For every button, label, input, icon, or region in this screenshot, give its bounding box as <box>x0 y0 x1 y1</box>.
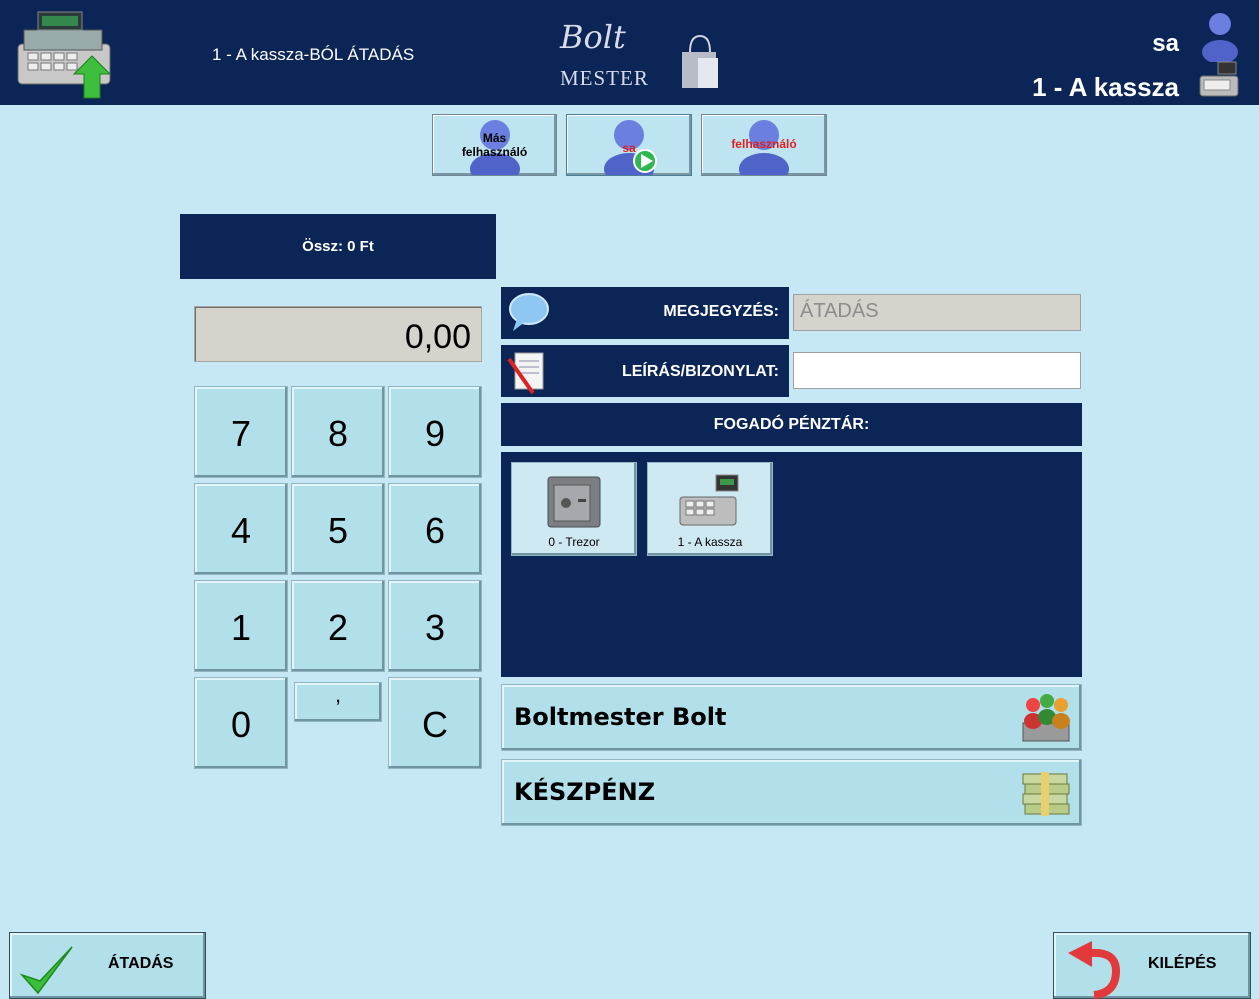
exit-button[interactable]: KILÉPÉS <box>1053 932 1251 999</box>
shopping-bag-icon <box>682 34 718 88</box>
document-pen-icon <box>507 352 544 395</box>
description-label: LEÍRÁS/BIZONYLAT: <box>621 363 779 380</box>
transfer-button-label: ÁTADÁS <box>108 955 174 972</box>
note-label-bar: MEGJEGYZÉS: <box>501 287 789 339</box>
app-logo: Bolt MESTER <box>560 18 730 90</box>
user-felhasznalo-label: felhasználó <box>731 137 797 151</box>
current-register-name: 1 - A kassza <box>1032 72 1179 102</box>
page-title: 1 - A kassza-BÓL ÁTADÁS <box>212 45 415 64</box>
note-label: MEGJEGYZÉS: <box>663 303 779 320</box>
user-sa-button[interactable]: sa <box>566 114 692 176</box>
customers-icon <box>1022 694 1070 742</box>
user-icon <box>1202 13 1238 62</box>
register-tile-trezor[interactable]: 0 - Trezor <box>511 462 637 556</box>
note-field[interactable]: ÁTADÁS <box>793 294 1081 331</box>
key-clear[interactable]: C <box>388 677 482 769</box>
payment-method-label: KÉSZPÉNZ <box>514 778 656 806</box>
receiving-register-list: 0 - Trezor 1 - A kassza <box>501 452 1082 677</box>
safe-icon <box>547 476 601 528</box>
speech-bubble-icon <box>509 293 549 331</box>
description-field[interactable] <box>793 352 1081 389</box>
key-comma[interactable]: , <box>294 682 382 722</box>
description-label-bar: LEÍRÁS/BIZONYLAT: <box>501 345 789 397</box>
other-user-label: Más felhasználó <box>461 131 528 159</box>
logo-text-top: Bolt <box>560 18 626 56</box>
total-display: Össz: 0 Ft <box>180 214 496 279</box>
cash-money-icon <box>1022 772 1070 816</box>
key-0[interactable]: 0 <box>194 677 288 769</box>
receiving-register-header: FOGADÓ PÉNZTÁR: <box>501 403 1082 446</box>
key-9[interactable]: 9 <box>388 386 482 478</box>
key-2[interactable]: 2 <box>291 580 385 672</box>
register-tile-trezor-label: 0 - Trezor <box>548 535 600 549</box>
register-tile-a-kassza-label: 1 - A kassza <box>677 535 743 549</box>
header-bar: 1 - A kassza-BÓL ÁTADÁS Bolt MESTER sa 1… <box>0 0 1259 105</box>
logo-text-bottom: MESTER <box>560 66 649 90</box>
key-3[interactable]: 3 <box>388 580 482 672</box>
cash-register-up-icon <box>17 11 112 99</box>
key-1[interactable]: 1 <box>194 580 288 672</box>
key-8[interactable]: 8 <box>291 386 385 478</box>
user-felhasznalo-button[interactable]: felhasználó <box>701 114 827 176</box>
user-sa-label: sa <box>622 141 636 155</box>
key-4[interactable]: 4 <box>194 483 288 575</box>
payment-method-button[interactable]: KÉSZPÉNZ <box>501 759 1082 826</box>
cash-register-icon <box>679 474 739 526</box>
key-6[interactable]: 6 <box>388 483 482 575</box>
other-user-button[interactable]: Más felhasználó <box>432 114 557 176</box>
return-arrow-icon <box>1068 941 1121 999</box>
transfer-button[interactable]: ÁTADÁS <box>9 932 206 999</box>
current-user-name: sa <box>1152 30 1179 57</box>
register-tile-a-kassza[interactable]: 1 - A kassza <box>647 462 773 556</box>
key-5[interactable]: 5 <box>291 483 385 575</box>
shop-button-label: Boltmester Bolt <box>514 703 727 731</box>
checkmark-icon <box>19 946 73 995</box>
key-7[interactable]: 7 <box>194 386 288 478</box>
shop-button[interactable]: Boltmester Bolt <box>501 684 1082 751</box>
exit-button-label: KILÉPÉS <box>1148 955 1217 972</box>
amount-display: 0,00 <box>194 306 482 362</box>
cash-register-icon <box>1199 61 1239 97</box>
